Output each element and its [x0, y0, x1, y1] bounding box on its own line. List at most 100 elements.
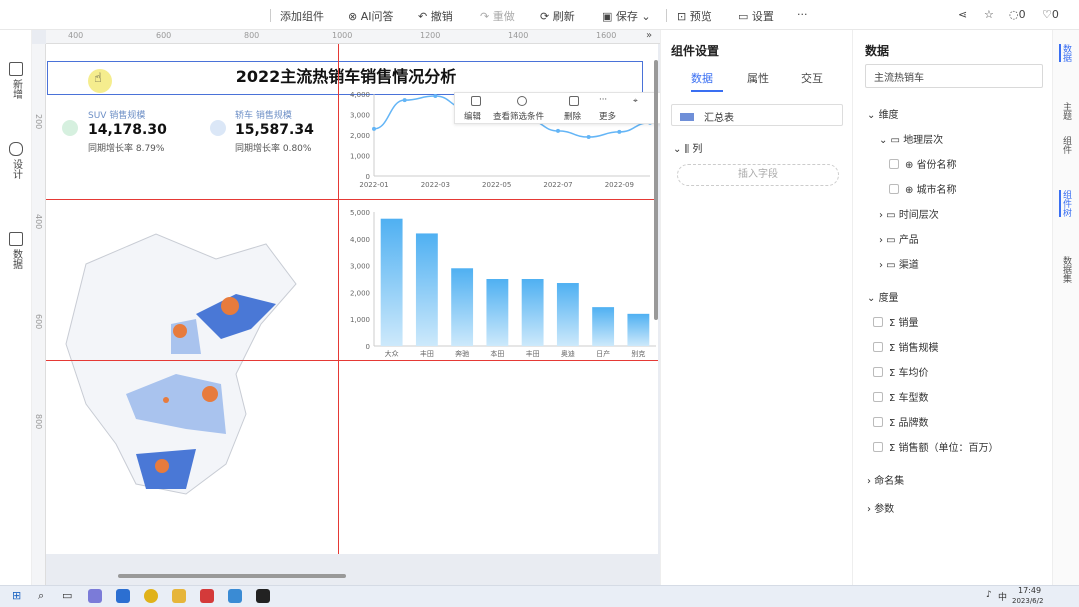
ruler-tick: 400 [68, 31, 84, 40]
speaker-icon[interactable]: ♪ [986, 590, 992, 600]
measure-name: 品牌数 [898, 418, 929, 429]
measure-field[interactable]: Σ 车型数 [873, 389, 929, 404]
alignment-guide-h [46, 199, 658, 200]
tab-properties[interactable]: 属性 [747, 70, 769, 86]
like-button[interactable]: ♡0 [1042, 8, 1059, 21]
refresh-button[interactable]: ⟳ 刷新 [540, 8, 575, 24]
more-button[interactable]: ··· [797, 8, 808, 21]
measure-field[interactable]: Σ 销售规模 [873, 339, 939, 354]
filter-condition-button[interactable]: 查看筛选条件 [493, 110, 544, 122]
checkbox[interactable] [889, 159, 899, 169]
more-button[interactable]: 更多 [599, 110, 616, 122]
geo-level-node[interactable]: ⌄ ▭ 地理层次 [879, 131, 943, 146]
task-view-icon[interactable]: ▭ [62, 589, 72, 602]
rail-component[interactable]: 组件 [1059, 136, 1073, 154]
wps-icon[interactable] [200, 589, 214, 603]
measure-section[interactable]: ⌄ 度量 [867, 289, 899, 304]
settings-label: 设置 [751, 10, 774, 23]
checkbox[interactable] [873, 342, 883, 352]
nav-design[interactable]: 设计 [4, 142, 28, 182]
y-tick-label: 0 [366, 343, 370, 351]
category-label: 奔驰 [455, 349, 469, 358]
y-tick-label: 3,000 [350, 112, 370, 120]
checkbox[interactable] [873, 417, 883, 427]
windows-start-icon[interactable]: ⊞ [12, 589, 21, 602]
measure-field[interactable]: Σ 销量 [873, 314, 919, 329]
measure-field[interactable]: Σ 销售额（单位：百万） [873, 439, 999, 454]
suv-icon [62, 120, 78, 136]
app-icon[interactable] [88, 589, 102, 603]
y-tick-label: 5,000 [350, 209, 370, 217]
ruler-tick: 600 [34, 314, 43, 330]
channel-label: 渠道 [898, 260, 919, 271]
time-level-node[interactable]: › ▭ 时间层次 [879, 206, 939, 221]
column-section[interactable]: ⌄ ⫼ 列 [673, 140, 702, 155]
redo-button[interactable]: ↷ 重做 [480, 8, 515, 24]
star-icon[interactable]: ☆ [984, 8, 994, 21]
nav-new[interactable]: 新增 [4, 62, 28, 102]
checkbox[interactable] [873, 392, 883, 402]
dataset-search-input[interactable]: 主流热销车 [865, 64, 1043, 88]
measure-name: 车型数 [898, 393, 929, 404]
checkbox[interactable] [873, 317, 883, 327]
rail-component-tree[interactable]: 组件树 [1059, 190, 1073, 217]
add-component-button[interactable]: 添加组件 [280, 8, 324, 24]
measure-field[interactable]: Σ 品牌数 [873, 414, 929, 429]
channel-node[interactable]: › ▭ 渠道 [879, 256, 919, 271]
insert-field-dropzone[interactable]: 插入字段 [677, 164, 839, 186]
params-section[interactable]: › 参数 [867, 500, 894, 515]
y-tick-label: 0 [366, 173, 370, 181]
nav-data-label: 数据 [10, 249, 22, 269]
right-rail: 数据 主题 组件 组件树 数据集 [1052, 30, 1079, 585]
share-icon[interactable]: ⋖ [958, 8, 967, 21]
bar-chart[interactable]: 0 1,000 2,000 3,000 4,000 5,000 大众 丰田 奔驰 本田 丰田 奥迪 日产… [338, 206, 658, 366]
settings-button[interactable]: ▭ 设置 [738, 8, 774, 24]
delete-button[interactable]: 删除 [564, 110, 581, 122]
x-tick-label: 2022-05 [482, 181, 511, 189]
comment-button[interactable]: ◌0 [1009, 8, 1026, 21]
ruler-tick: 200 [34, 114, 43, 130]
summary-table-select[interactable]: 汇总表 [671, 104, 843, 126]
named-set-section[interactable]: › 命名集 [867, 472, 904, 487]
y-tick-label: 4,000 [350, 236, 370, 244]
rail-dataset[interactable]: 数据集 [1059, 256, 1073, 283]
x-tick-label: 2022-07 [543, 181, 572, 189]
rail-data[interactable]: 数据 [1059, 44, 1073, 62]
alignment-guide-v [338, 44, 339, 554]
design-canvas[interactable]: 400 600 800 1000 1200 1400 1600 » 200 40… [32, 30, 678, 585]
save-button[interactable]: ▣ 保存 ⌄ [602, 8, 651, 24]
checkbox[interactable] [873, 367, 883, 377]
app-icon[interactable] [116, 589, 130, 603]
dimension-section[interactable]: ⌄ 维度 [867, 106, 899, 121]
product-node[interactable]: › ▭ 产品 [879, 231, 919, 246]
kpi-suv-growth: 同期增长率 8.79% [88, 144, 165, 154]
edit-button[interactable]: 编辑 [464, 110, 481, 122]
undo-button[interactable]: ↶ 撤销 [418, 8, 453, 24]
vertical-scrollbar[interactable] [654, 60, 658, 320]
alignment-guide-h [46, 360, 658, 361]
edit-icon [471, 96, 481, 106]
pin-icon[interactable]: ⌖ [633, 96, 638, 106]
terminal-icon[interactable] [256, 589, 270, 603]
collapse-ruler-icon[interactable]: » [646, 30, 652, 41]
active-tab-indicator [691, 90, 723, 92]
chrome-icon[interactable] [144, 589, 158, 603]
input-language[interactable]: 中 [998, 590, 1007, 603]
preview-button[interactable]: ⊡ 预览 [677, 8, 712, 24]
measure-field[interactable]: Σ 车均价 [873, 364, 929, 379]
left-nav: 新增 设计 数据 [0, 30, 32, 585]
tab-interaction[interactable]: 交互 [801, 70, 823, 86]
province-field[interactable]: ⊕ 省份名称 [889, 156, 957, 171]
search-icon[interactable]: ⌕ [38, 589, 44, 603]
city-field[interactable]: ⊕ 城市名称 [889, 181, 957, 196]
folder-icon[interactable] [172, 589, 186, 603]
app-icon[interactable] [228, 589, 242, 603]
horizontal-scrollbar[interactable] [118, 574, 346, 578]
tab-data[interactable]: 数据 [691, 70, 713, 86]
checkbox[interactable] [889, 184, 899, 194]
ai-ask-button[interactable]: ⊗ AI问答 [348, 8, 394, 24]
rail-theme[interactable]: 主题 [1059, 102, 1073, 120]
china-map[interactable] [46, 204, 346, 504]
nav-data[interactable]: 数据 [4, 232, 28, 272]
checkbox[interactable] [873, 442, 883, 452]
